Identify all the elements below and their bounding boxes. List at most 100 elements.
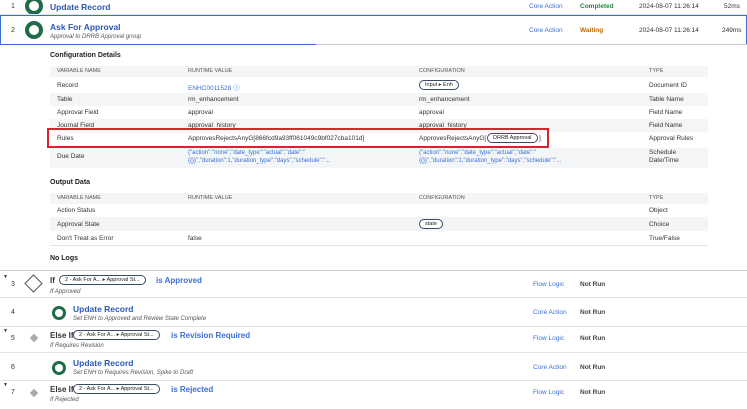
record-link[interactable]: ENHC0011528 ⓘ <box>188 82 240 92</box>
flow-logic-diamond-icon <box>29 333 39 343</box>
table-row <box>50 93 708 106</box>
logs-heading: No Logs <box>50 255 78 262</box>
step-state-waiting: Waiting <box>580 27 604 34</box>
col-variable-name: VARIABLE NAME <box>57 68 101 74</box>
step-start-time: 2024-08-07 11:26:14 <box>639 3 699 10</box>
step-start-time: 2024-08-07 11:26:14 <box>639 27 699 34</box>
divider <box>0 326 747 327</box>
flow-logic-diamond-icon <box>29 388 39 398</box>
step-title-link[interactable]: Ask For Approval <box>50 22 121 32</box>
var-name: Due Date <box>57 153 85 160</box>
var-type: Approval Rules <box>649 135 694 142</box>
step-category: Flow Logic <box>533 335 565 342</box>
header-accent <box>0 44 316 45</box>
step-duration: 52ms <box>724 3 740 10</box>
condition-text: is Revision Required <box>171 331 251 340</box>
step-state: Not Run <box>580 335 606 342</box>
var-name: Approval Field <box>57 109 99 116</box>
col-runtime-value: RUNTIME VALUE <box>188 195 233 201</box>
config-heading: Configuration Details <box>50 52 121 59</box>
col-type: TYPE <box>649 195 664 201</box>
step-title-link[interactable]: Update Record <box>73 304 133 314</box>
step-state: Not Run <box>580 364 606 371</box>
step-state: Not Run <box>580 281 606 288</box>
step-duration: 249ms <box>722 27 742 34</box>
record-action-icon <box>52 306 66 320</box>
step-state-completed: Completed <box>580 3 614 10</box>
config-value: approval <box>419 109 444 116</box>
runtime-value: ApprovesRejectsAnyG[866fcd9a93ff061049c9… <box>188 135 365 142</box>
var-type: Field Name <box>649 122 683 129</box>
output-header-row <box>50 193 708 204</box>
runtime-value: false <box>188 235 202 242</box>
logic-keyword: If <box>50 276 55 285</box>
step-title-link[interactable]: Update Record <box>73 358 133 368</box>
step-number: 6 <box>11 364 15 371</box>
step-subtitle: Set ENH to Approved and Review State Com… <box>73 316 207 322</box>
divider <box>0 380 747 381</box>
step-state: Not Run <box>580 309 606 316</box>
data-pill: 2 - Ask For A... ▸ Approval St... <box>73 384 160 394</box>
var-name: Rules <box>57 135 74 142</box>
step-category: Core Action <box>529 27 563 34</box>
step-number: 3 <box>11 281 15 288</box>
step-subtitle: Approval to DRRB Approval group <box>50 34 142 40</box>
flow-logic-diamond-icon <box>24 274 43 293</box>
data-pill: Input ▸ Enh <box>419 80 459 90</box>
config-json: {"action":"none","date_type":"actual","d… <box>419 150 562 164</box>
record-action-icon <box>52 361 66 375</box>
var-type: Choice <box>649 221 670 228</box>
condition-text: is Rejected <box>171 385 214 394</box>
col-runtime-value: RUNTIME VALUE <box>188 68 233 74</box>
step-number: 1 <box>11 3 15 10</box>
step-state: Not Run <box>580 389 606 396</box>
step-category: Core Action <box>533 364 567 371</box>
var-type: True/False <box>649 235 680 242</box>
collapse-caret-icon[interactable]: ▼ <box>3 274 8 280</box>
collapse-caret-icon[interactable]: ▼ <box>3 328 8 334</box>
table-row <box>50 217 708 231</box>
step-subtitle: Set ENH to Requires Revision, Spike to D… <box>73 370 194 376</box>
step-title-link[interactable]: Update Record <box>50 2 110 12</box>
col-type: TYPE <box>649 68 664 74</box>
var-type: Table Name <box>649 96 684 103</box>
approval-action-icon <box>25 21 43 39</box>
var-name: Record <box>57 82 78 89</box>
divider <box>0 352 747 353</box>
runtime-value: approval <box>188 109 213 116</box>
step-category: Flow Logic <box>533 281 565 288</box>
data-pill: 2 - Ask For A... ▸ Approval St... <box>59 275 146 285</box>
config-header-row <box>50 66 708 77</box>
var-type: Field Name <box>649 109 683 116</box>
step-number: 5 <box>11 335 15 342</box>
data-pill: 2 - Ask For A... ▸ Approval St... <box>73 330 160 340</box>
var-name: Don't Treat as Error <box>57 235 114 242</box>
config-value: rm_enhancement <box>419 96 470 103</box>
step-number: 2 <box>11 27 15 34</box>
data-pill: state <box>419 219 443 229</box>
output-heading: Output Data <box>50 179 91 186</box>
collapse-caret-icon[interactable]: ▼ <box>3 382 8 388</box>
config-suffix: ] <box>539 135 541 142</box>
col-configuration: CONFIGURATION <box>419 68 465 74</box>
config-value: ApprovesRejectsAnyG[ <box>419 135 487 142</box>
var-type: Document ID <box>649 82 687 89</box>
col-variable-name: VARIABLE NAME <box>57 195 101 201</box>
var-name: Action Status <box>57 207 96 214</box>
runtime-json: {"action":"none","date_type":"actual","d… <box>188 150 331 164</box>
step-category: Core Action <box>529 3 563 10</box>
logic-keyword: Else If <box>50 331 74 340</box>
condition-text: is Approved <box>156 276 202 285</box>
step-subtitle: If Approved <box>50 289 81 295</box>
step-number: 7 <box>11 389 15 396</box>
divider <box>50 245 708 246</box>
var-name: Approval State <box>57 221 100 228</box>
step-subtitle: If Requires Revision <box>50 343 104 349</box>
var-name: Table <box>57 96 73 103</box>
record-action-icon <box>25 0 43 15</box>
logic-keyword: Else If <box>50 385 74 394</box>
var-type: Object <box>649 207 668 214</box>
divider <box>0 297 747 298</box>
runtime-value: rm_enhancement <box>188 96 239 103</box>
var-type: Schedule Date/Time <box>649 149 679 164</box>
